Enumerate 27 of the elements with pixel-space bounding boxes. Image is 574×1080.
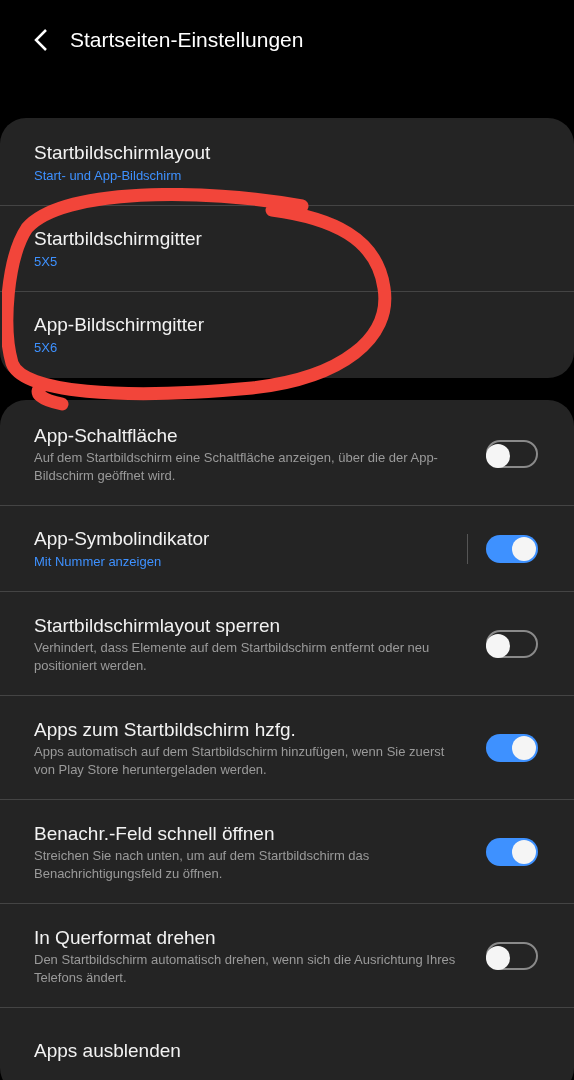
setting-subtitle: Auf dem Startbildschirm eine Schaltfläche anzeigen, über die der App-Bildschirm geöffnet wird. <box>34 448 439 485</box>
back-icon[interactable] <box>34 28 48 52</box>
setting-subtitle: Verhindert, dass Elemente auf dem Startbildschirm entfernt oder neu positioniert werden. <box>34 638 431 675</box>
setting-title[interactable]: Benachr.-Feld schnell öffnen <box>34 820 486 847</box>
toggle-switch[interactable] <box>486 629 538 658</box>
setting-subtitle: Streichen Sie nach unten, um auf dem Startbildschirm das Benachrichtigungsfeld zu öffnen. <box>34 846 371 883</box>
setting-subtitle: 5X6 <box>34 339 59 358</box>
setting-title[interactable]: In Querformat drehen <box>34 924 486 951</box>
toggle-switch[interactable] <box>486 439 538 468</box>
page-title: Startseiten-Einstellungen <box>70 27 304 54</box>
setting-title[interactable]: App-Symbolindikator <box>34 525 467 552</box>
setting-subtitle: Mit Nummer anzeigen <box>34 552 163 571</box>
toggle-switch[interactable] <box>486 733 538 762</box>
setting-title[interactable]: Apps zum Startbildschirm hzfg. <box>34 716 486 743</box>
setting-subtitle: Den Startbildschirm automatisch drehen, wenn sich die Ausrichtung Ihres Telefons ändert. <box>34 950 457 987</box>
setting-subtitle: Apps automatisch auf dem Startbildschirm hinzufügen, wenn Sie zuerst von Play Store heruntergeladen werden. <box>34 742 446 779</box>
setting-title[interactable]: Startbildschirmgitter <box>34 225 538 252</box>
toggle-switch[interactable] <box>486 837 538 866</box>
setting-title[interactable]: Startbildschirmlayout <box>34 139 538 166</box>
setting-title[interactable]: App-Bildschirmgitter <box>34 312 538 339</box>
setting-subtitle: 5X5 <box>34 252 59 271</box>
setting-title[interactable]: Startbildschirmlayout sperren <box>34 612 486 639</box>
toggle-switch[interactable] <box>486 941 538 970</box>
setting-title[interactable]: App-Schaltfläche <box>34 422 486 449</box>
setting-subtitle: Start- und App-Bildschirm <box>34 166 183 185</box>
setting-title[interactable]: Apps ausblenden <box>34 1038 538 1064</box>
toggle-switch[interactable] <box>486 534 538 563</box>
